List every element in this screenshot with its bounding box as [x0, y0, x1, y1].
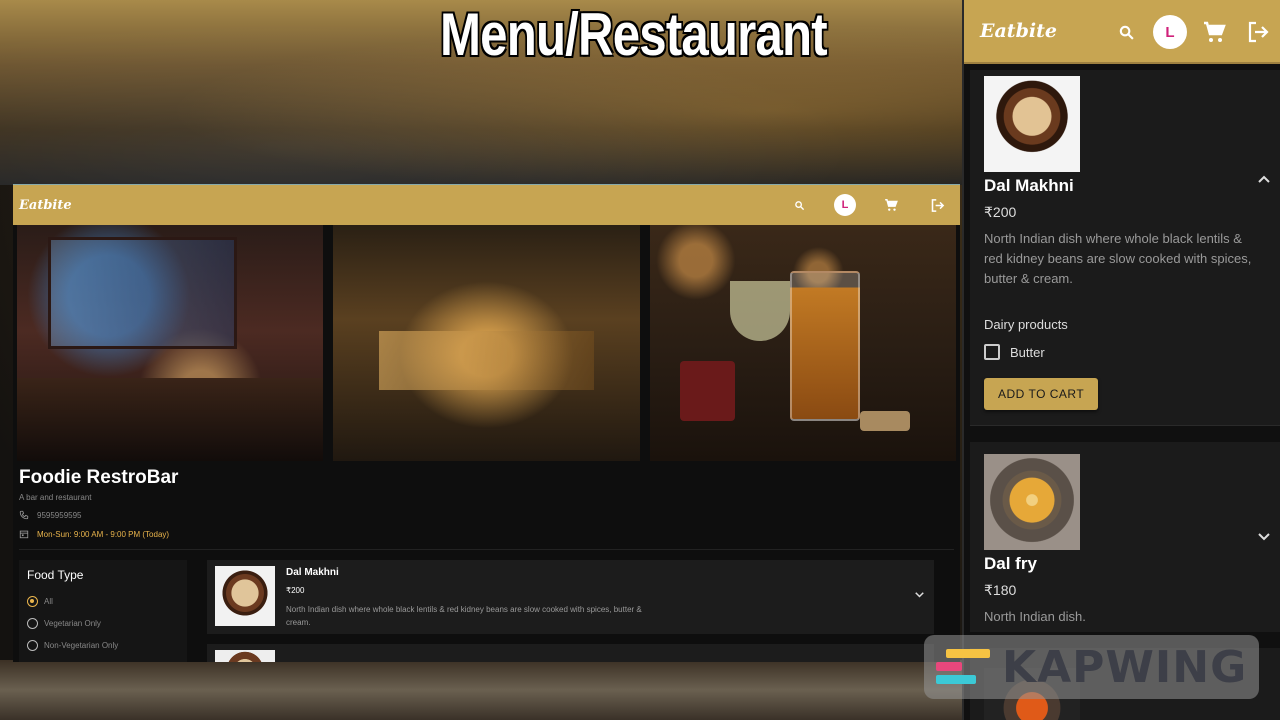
menu-item-card[interactable]: [207, 644, 934, 662]
dish-image: [215, 566, 275, 626]
restaurant-photo-bar: [333, 225, 640, 461]
restaurant-hours-row: Mon-Sun: 9:00 AM - 9:00 PM (Today): [19, 529, 954, 539]
restaurant-photos: [13, 225, 960, 461]
restaurant-hours: Mon-Sun: 9:00 AM - 9:00 PM (Today): [37, 529, 170, 539]
logout-icon[interactable]: [1236, 0, 1280, 64]
restaurant-phone-row: 9595959595: [19, 510, 954, 520]
radio-checked-icon: [27, 595, 38, 607]
phone-icon: [19, 510, 29, 520]
filter-title: Food Type: [27, 568, 84, 582]
search-icon[interactable]: [776, 185, 822, 225]
chevron-up-icon[interactable]: [1258, 170, 1270, 186]
chevron-down-icon[interactable]: [1258, 528, 1270, 544]
dish-name: Dal Makhni: [286, 567, 339, 578]
dish-description: North Indian dish where whole black lent…: [286, 605, 642, 627]
radio-label: Vegetarian Only: [44, 618, 101, 628]
dish-price: ₹180: [984, 582, 1017, 598]
avatar-button[interactable]: L: [822, 185, 868, 225]
restaurant-photo-drinks: [649, 225, 956, 461]
watermark: KAPWING: [924, 635, 1259, 699]
search-icon[interactable]: [1104, 0, 1148, 64]
restaurant-info: Foodie RestroBar A bar and restaurant 95…: [13, 461, 960, 539]
radio-label: All: [44, 596, 53, 606]
chevron-down-icon[interactable]: [915, 590, 924, 600]
dish-name: Dal Makhni: [984, 176, 1074, 195]
overlay-title: Menu/Restaurant: [440, 1, 828, 68]
dish-image: [984, 76, 1080, 172]
calendar-icon: [19, 529, 29, 539]
addon-section-title: Dairy products: [984, 317, 1068, 332]
radio-unchecked-icon: [27, 639, 38, 651]
dish-price: ₹200: [984, 204, 1017, 220]
avatar: L: [1153, 15, 1187, 49]
brand-logo[interactable]: Eatbite: [980, 20, 1057, 42]
logout-icon[interactable]: [914, 185, 960, 225]
restaurant-photo-dining: [17, 225, 324, 461]
checkbox-unchecked-icon[interactable]: [984, 344, 1000, 360]
cart-icon[interactable]: [868, 185, 914, 225]
restaurant-page-preview: Eatbite L Foodie RestroBar A bar and res…: [13, 184, 960, 662]
app-bar: Eatbite L: [13, 185, 960, 225]
dish-image: [215, 650, 275, 662]
dish-description: North Indian dish where whole black lent…: [984, 231, 1252, 286]
blurred-background-bottom: [0, 660, 962, 720]
menu-item-card[interactable]: Dal fry ₹180 North Indian dish.: [970, 442, 1280, 632]
video-frame: Menu/Restaurant Eatbite L Foodie RestroB…: [0, 0, 1280, 720]
radio-unchecked-icon: [27, 617, 38, 629]
dish-price: ₹200: [286, 586, 305, 595]
addon-checkbox-row[interactable]: Butter: [984, 344, 1266, 360]
food-type-filter: Food Type All Vegetarian Only Non-Vegeta…: [19, 560, 187, 662]
radio-vegetarian[interactable]: Vegetarian Only: [27, 612, 179, 634]
menu-item-card[interactable]: Dal Makhni ₹200 North Indian dish where …: [207, 560, 934, 634]
watermark-text: KAPWING: [1002, 641, 1248, 693]
dish-description: North Indian dish.: [984, 609, 1086, 624]
zoomed-menu-panel: Eatbite L Dal Makhni ₹200 North Indian d…: [962, 0, 1280, 720]
menu-item-card-expanded: Dal Makhni ₹200 North Indian dish where …: [970, 70, 1280, 426]
radio-all[interactable]: All: [27, 590, 179, 612]
restaurant-subtitle: A bar and restaurant: [19, 493, 92, 502]
kapwing-logo-icon: [936, 647, 990, 687]
restaurant-name: Foodie RestroBar: [19, 467, 179, 488]
addon-label: Butter: [1010, 344, 1045, 360]
avatar-button[interactable]: L: [1148, 0, 1192, 64]
radio-label: Non-Vegetarian Only: [44, 640, 119, 650]
add-to-cart-button[interactable]: ADD TO CART: [984, 378, 1099, 410]
avatar: L: [834, 194, 856, 216]
menu-list: Dal Makhni ₹200 North Indian dish where …: [207, 560, 954, 662]
brand-logo[interactable]: Eatbite: [19, 198, 72, 213]
dish-image: [984, 454, 1080, 550]
restaurant-phone: 9595959595: [37, 510, 82, 520]
radio-non-vegetarian[interactable]: Non-Vegetarian Only: [27, 634, 179, 656]
cart-icon[interactable]: [1192, 0, 1236, 64]
dish-name: Dal fry: [984, 554, 1037, 573]
app-bar: Eatbite L: [964, 0, 1280, 64]
